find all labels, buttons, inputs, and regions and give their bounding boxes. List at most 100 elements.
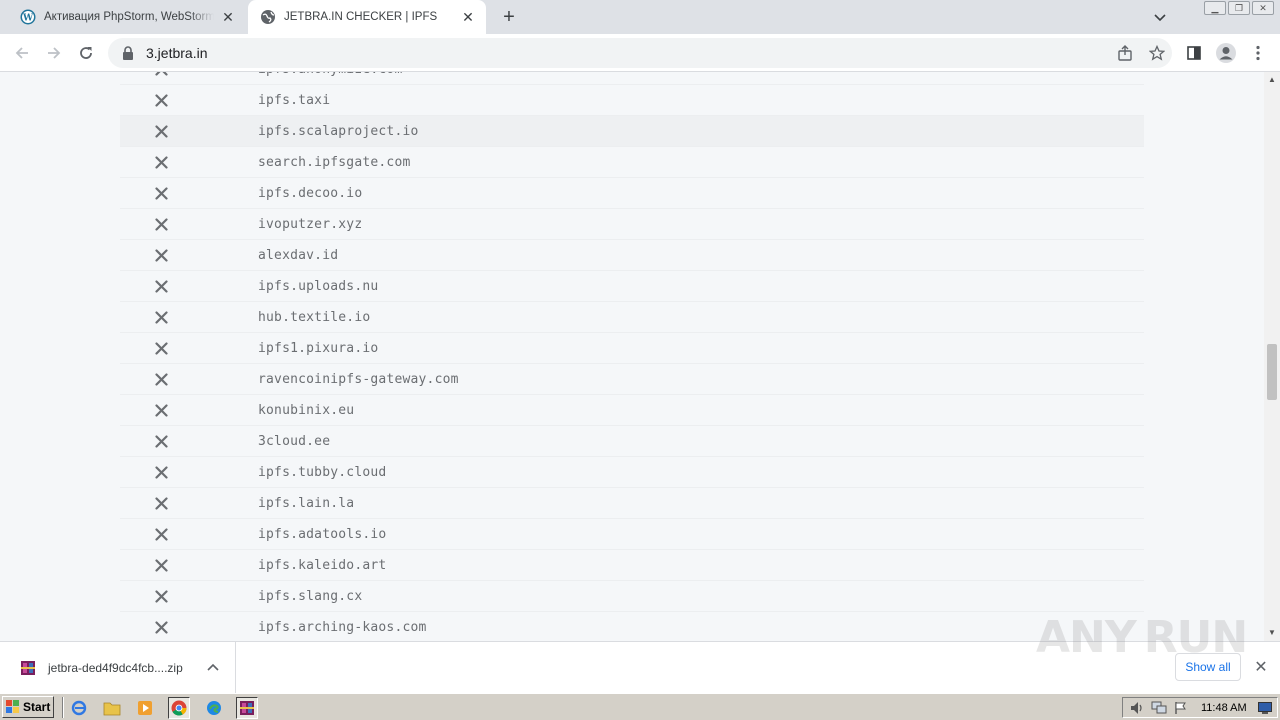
fail-x-icon	[120, 372, 202, 386]
gateway-host: ipfs.adatools.io	[258, 526, 387, 542]
gateway-row: ivoputzer.xyz	[120, 209, 1144, 240]
gateway-row: ipfs.kaleido.art	[120, 550, 1144, 581]
gateway-row: alexdav.id	[120, 240, 1144, 271]
gateway-host: ipfs.scalaproject.io	[258, 123, 419, 139]
fail-x-icon	[120, 155, 202, 169]
fail-x-icon	[120, 589, 202, 603]
taskbar-separator	[62, 697, 64, 718]
gateway-host: ipfs.decoo.io	[258, 185, 363, 201]
gateway-row: hub.textile.io	[120, 302, 1144, 333]
profile-avatar-icon[interactable]	[1214, 41, 1238, 65]
gateway-host: search.ipfsgate.com	[258, 154, 411, 170]
gateway-row: ipfs.taxi	[120, 85, 1144, 116]
fail-x-icon	[120, 93, 202, 107]
address-bar[interactable]: 3.jetbra.in	[108, 38, 1172, 68]
winrar-taskbar-icon[interactable]	[236, 697, 258, 719]
tab-jetbra-checker[interactable]: JETBRA.IN CHECKER | IPFS ✕	[248, 0, 486, 34]
gateway-host: ipfs.anonymize.com	[258, 72, 402, 77]
fail-x-icon	[120, 465, 202, 479]
side-panel-icon[interactable]	[1182, 41, 1206, 65]
tab-close-icon[interactable]: ✕	[220, 9, 236, 25]
fail-x-icon	[120, 279, 202, 293]
share-icon[interactable]	[1116, 44, 1134, 62]
gateway-row: ipfs.adatools.io	[120, 519, 1144, 550]
gateway-host: 3cloud.ee	[258, 433, 331, 449]
clock[interactable]: 11:48 AM	[1201, 702, 1247, 714]
tab-search-chevron-down-icon[interactable]	[1152, 9, 1168, 25]
restore-icon[interactable]: ❐	[1228, 1, 1250, 15]
fail-x-icon	[120, 217, 202, 231]
gateway-host: hub.textile.io	[258, 309, 371, 325]
gateway-host: ipfs1.pixura.io	[258, 340, 379, 356]
start-button[interactable]: Start	[2, 696, 54, 718]
fail-x-icon	[120, 434, 202, 448]
gateway-row: ipfs.uploads.nu	[120, 271, 1144, 302]
chevron-up-icon[interactable]	[205, 662, 221, 674]
action-center-flag-icon[interactable]	[1173, 700, 1189, 716]
volume-icon[interactable]	[1129, 700, 1145, 716]
menu-kebab-icon[interactable]	[1246, 41, 1270, 65]
gateway-row: ipfs1.pixura.io	[120, 333, 1144, 364]
gateway-host: alexdav.id	[258, 247, 339, 263]
scrollbar-thumb[interactable]	[1267, 344, 1277, 400]
reload-icon[interactable]	[74, 41, 98, 65]
gateway-row: 3cloud.ee	[120, 426, 1144, 457]
gateway-row: ipfs.decoo.io	[120, 178, 1144, 209]
browser-toolbar: 3.jetbra.in	[0, 34, 1280, 72]
gateway-row: ipfs.tubby.cloud	[120, 457, 1144, 488]
scroll-up-icon[interactable]: ▲	[1268, 76, 1276, 84]
fail-x-icon	[120, 558, 202, 572]
chrome-icon[interactable]	[168, 697, 190, 719]
fail-x-icon	[120, 248, 202, 262]
lock-icon[interactable]	[120, 45, 136, 61]
tab-close-icon[interactable]: ✕	[460, 9, 476, 25]
bookmark-star-icon[interactable]	[1148, 44, 1166, 62]
fail-x-icon	[120, 124, 202, 138]
tab-title: Активация PhpStorm, WebStorm, IntelliJ I…	[44, 11, 214, 23]
wordpress-icon: W	[20, 9, 36, 25]
url-text[interactable]: 3.jetbra.in	[146, 45, 207, 61]
internet-explorer-icon[interactable]	[68, 697, 90, 719]
gateway-host: ipfs.uploads.nu	[258, 278, 379, 294]
close-shelf-icon[interactable]: ✕	[1252, 658, 1270, 676]
window-controls: ▁ ❐ ✕	[1204, 1, 1274, 15]
show-desktop-icon[interactable]	[1257, 700, 1273, 716]
page-content: ipfs.anonymize.com ipfs.taxi ipfs.scalapro…	[0, 72, 1264, 641]
gateway-host: ipfs.lain.la	[258, 495, 355, 511]
close-window-icon[interactable]: ✕	[1252, 1, 1274, 15]
minimize-icon[interactable]: ▁	[1204, 1, 1226, 15]
windows-flag-icon	[6, 700, 19, 713]
forward-icon[interactable]	[42, 41, 66, 65]
download-shelf: jetbra-ded4f9dc4fcb....zip Show all ✕	[0, 641, 1280, 693]
gateway-host: konubinix.eu	[258, 402, 355, 418]
tab-phpstorm[interactable]: W Активация PhpStorm, WebStorm, IntelliJ…	[8, 0, 246, 34]
fail-x-icon	[120, 310, 202, 324]
file-explorer-icon[interactable]	[101, 697, 123, 719]
gateway-list: ipfs.anonymize.com ipfs.taxi ipfs.scalapro…	[120, 72, 1144, 641]
vertical-scrollbar[interactable]: ▲ ▼	[1264, 72, 1280, 641]
windows-taskbar: Start 11:48 AM	[0, 693, 1280, 720]
gateway-row: konubinix.eu	[120, 395, 1144, 426]
tab-strip: W Активация PhpStorm, WebStorm, IntelliJ…	[0, 0, 1280, 34]
tab-title: JETBRA.IN CHECKER | IPFS	[284, 11, 438, 23]
scroll-down-icon[interactable]: ▼	[1268, 629, 1276, 637]
fail-x-icon	[120, 186, 202, 200]
gateway-host: ivoputzer.xyz	[258, 216, 363, 232]
back-icon[interactable]	[10, 41, 34, 65]
gateway-host: ipfs.taxi	[258, 92, 331, 108]
gateway-row: ipfs.lain.la	[120, 488, 1144, 519]
gateway-host: ipfs.slang.cx	[258, 588, 363, 604]
network-icon[interactable]	[1151, 700, 1167, 716]
download-item[interactable]: jetbra-ded4f9dc4fcb....zip	[0, 642, 236, 693]
gateway-row: ipfs.scalaproject.io	[120, 116, 1144, 147]
media-player-icon[interactable]	[134, 697, 156, 719]
globe-icon	[260, 9, 276, 25]
fail-x-icon	[120, 496, 202, 510]
system-tray: 11:48 AM	[1122, 697, 1278, 718]
fail-x-icon	[120, 527, 202, 541]
gateway-row: ipfs.slang.cx	[120, 581, 1144, 612]
show-all-button[interactable]: Show all	[1175, 653, 1241, 681]
gateway-row: search.ipfsgate.com	[120, 147, 1144, 178]
edge-icon[interactable]	[203, 697, 225, 719]
new-tab-button[interactable]: +	[498, 6, 520, 28]
